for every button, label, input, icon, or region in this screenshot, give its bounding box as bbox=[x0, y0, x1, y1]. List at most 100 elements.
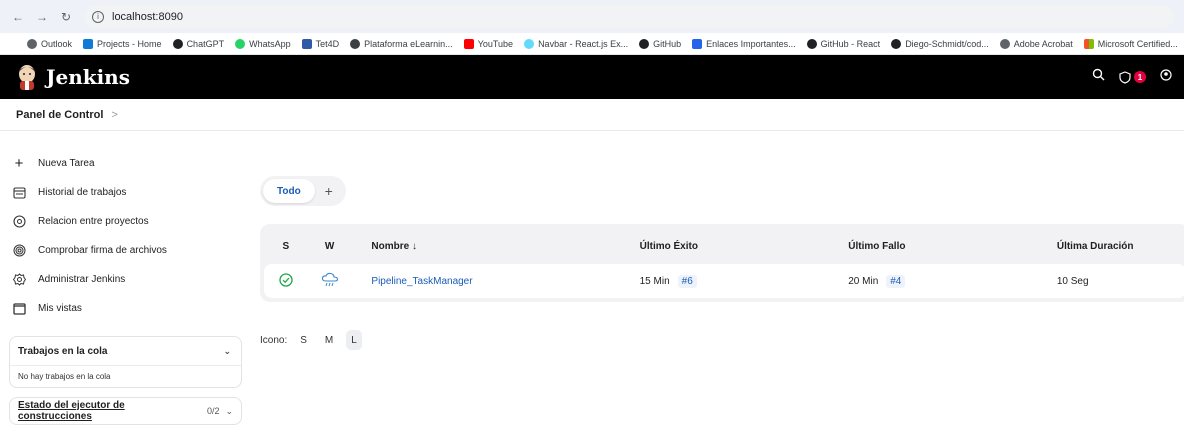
icon-size-l[interactable]: L bbox=[346, 330, 362, 350]
col-weather[interactable]: W bbox=[308, 241, 352, 252]
breadcrumb-dashboard[interactable]: Panel de Control bbox=[16, 109, 103, 121]
window-icon bbox=[12, 302, 26, 316]
security-alerts[interactable]: 1 bbox=[1119, 70, 1146, 84]
history-icon bbox=[12, 186, 26, 200]
bookmark-projects-home[interactable]: Projects - Home bbox=[83, 38, 162, 49]
icon-size-label: Icono: bbox=[260, 334, 288, 346]
last-failure-time: 20 Min bbox=[848, 275, 879, 287]
job-link[interactable]: Pipeline_TaskManager bbox=[351, 276, 639, 287]
table-header: S W Nombre ↓ Último Éxito Último Fallo Ú… bbox=[264, 228, 1184, 264]
task-project-relationship[interactable]: Relacion entre proyectos bbox=[9, 207, 242, 236]
user-avatar-icon[interactable] bbox=[1160, 68, 1172, 86]
build-queue-header[interactable]: Trabajos en la cola ⌄ bbox=[10, 337, 241, 365]
bookmark-adobe-acrobat[interactable]: Adobe Acrobat bbox=[999, 38, 1073, 49]
last-failure-build-link[interactable]: #4 bbox=[886, 274, 906, 288]
tab-all[interactable]: Todo bbox=[263, 179, 315, 203]
chevron-down-icon[interactable]: ⌄ bbox=[223, 346, 231, 357]
bookmark-favicon-icon bbox=[235, 38, 246, 49]
col-name[interactable]: Nombre ↓ bbox=[351, 241, 639, 252]
task-my-views[interactable]: Mis vistas bbox=[9, 294, 242, 323]
task-label: Administrar Jenkins bbox=[38, 274, 126, 285]
bookmark-favicon-icon bbox=[692, 38, 703, 49]
bookmarks-bar: Outlook Projects - Home ChatGPT WhatsApp… bbox=[0, 33, 1184, 55]
bookmark-enlaces[interactable]: Enlaces Importantes... bbox=[692, 38, 796, 49]
brand-title[interactable]: Jenkins bbox=[46, 65, 130, 89]
relationship-icon bbox=[12, 215, 26, 229]
bookmark-favicon-icon bbox=[891, 38, 902, 49]
weather-rain-icon bbox=[308, 272, 352, 291]
status-success-icon bbox=[264, 272, 308, 290]
bookmark-favicon-icon bbox=[27, 38, 37, 49]
bookmark-navbar-react[interactable]: Navbar - React.js Ex... bbox=[524, 38, 628, 49]
bookmark-whatsapp[interactable]: WhatsApp bbox=[235, 38, 291, 49]
back-icon[interactable]: ← bbox=[10, 10, 26, 24]
url-text: localhost:8090 bbox=[112, 10, 183, 23]
last-failure-cell: 20 Min #4 bbox=[848, 274, 1057, 288]
header-actions: 1 bbox=[1092, 68, 1172, 86]
last-success-build-link[interactable]: #6 bbox=[677, 274, 697, 288]
bookmark-favicon-icon bbox=[83, 38, 94, 49]
bookmark-favicon-icon bbox=[463, 38, 474, 49]
col-last-success[interactable]: Último Éxito bbox=[640, 241, 849, 252]
bookmark-microsoft-certified[interactable]: Microsoft Certified... bbox=[1083, 38, 1178, 49]
forward-icon[interactable]: → bbox=[34, 10, 50, 24]
chevron-down-icon[interactable]: ⌄ bbox=[225, 406, 233, 417]
address-bar[interactable]: i localhost:8090 bbox=[84, 5, 1174, 28]
bookmark-outlook[interactable]: Outlook bbox=[27, 38, 72, 49]
bookmark-plataforma[interactable]: Plataforma eLearnin... bbox=[350, 38, 453, 49]
executor-status-panel: Estado del ejecutor de construcciones 0/… bbox=[9, 397, 242, 425]
bookmark-youtube[interactable]: YouTube bbox=[463, 38, 513, 49]
build-queue-panel: Trabajos en la cola ⌄ No hay trabajos en… bbox=[9, 336, 242, 388]
jenkins-header: Jenkins 1 bbox=[0, 55, 1184, 99]
last-duration-cell: 10 Seg bbox=[1056, 275, 1089, 287]
search-icon[interactable] bbox=[1092, 68, 1105, 86]
last-success-time: 15 Min bbox=[639, 275, 670, 287]
task-build-history[interactable]: Historial de trabajos bbox=[9, 178, 242, 207]
icon-size-m[interactable]: M bbox=[320, 330, 338, 350]
executor-count: 0/2 bbox=[206, 406, 220, 416]
shield-icon bbox=[1119, 70, 1131, 84]
site-info-icon[interactable]: i bbox=[92, 10, 104, 23]
col-last-duration[interactable]: Última Duración bbox=[1057, 241, 1184, 252]
bookmark-diego-schmidt[interactable]: Diego-Schmidt/cod... bbox=[891, 38, 989, 49]
apps-grid-icon[interactable] bbox=[10, 39, 11, 49]
add-view-button[interactable]: + bbox=[315, 183, 343, 199]
gear-icon bbox=[12, 273, 26, 287]
last-success-cell: 15 Min #6 bbox=[639, 274, 849, 288]
task-label: Historial de trabajos bbox=[38, 187, 127, 198]
icon-size-s[interactable]: S bbox=[295, 330, 312, 350]
task-label: Mis vistas bbox=[38, 303, 82, 314]
reload-icon[interactable]: ↻ bbox=[58, 10, 74, 24]
col-status[interactable]: S bbox=[264, 241, 308, 252]
task-label: Relacion entre proyectos bbox=[38, 216, 149, 227]
bookmark-tet4d[interactable]: Tet4D bbox=[301, 38, 339, 49]
task-manage-jenkins[interactable]: Administrar Jenkins bbox=[9, 265, 242, 294]
jenkins-logo-icon[interactable] bbox=[16, 64, 38, 90]
col-last-failure[interactable]: Último Fallo bbox=[848, 241, 1057, 252]
executor-status-title[interactable]: Estado del ejecutor de construcciones bbox=[18, 400, 199, 422]
task-label: Comprobar firma de archivos bbox=[38, 245, 167, 256]
view-tabs: Todo + bbox=[260, 176, 346, 206]
bookmark-favicon-icon bbox=[806, 38, 817, 49]
icon-size-selector: Icono: S M L bbox=[260, 330, 1184, 350]
bookmark-favicon-icon bbox=[1083, 38, 1094, 49]
task-fingerprint-check[interactable]: Comprobar firma de archivos bbox=[9, 236, 242, 265]
build-queue-title: Trabajos en la cola bbox=[18, 345, 108, 357]
fingerprint-icon bbox=[12, 244, 26, 258]
bookmark-favicon-icon bbox=[999, 38, 1010, 49]
bookmark-github[interactable]: GitHub bbox=[639, 38, 681, 49]
bookmark-chatgpt[interactable]: ChatGPT bbox=[172, 38, 224, 49]
browser-toolbar: ← → ↻ i localhost:8090 bbox=[0, 0, 1184, 33]
bookmark-favicon-icon bbox=[639, 38, 650, 49]
bookmark-favicon-icon bbox=[350, 38, 361, 49]
breadcrumb: Panel de Control > bbox=[0, 99, 1184, 131]
bookmark-github-react[interactable]: GitHub - React bbox=[806, 38, 880, 49]
breadcrumb-chevron-icon[interactable]: > bbox=[111, 109, 117, 121]
task-label: Nueva Tarea bbox=[38, 158, 95, 169]
plus-icon: + bbox=[14, 155, 24, 172]
bookmark-favicon-icon bbox=[172, 38, 183, 49]
notification-badge: 1 bbox=[1134, 71, 1146, 83]
task-new-item[interactable]: + Nueva Tarea bbox=[9, 149, 242, 178]
sidebar: + Nueva Tarea Historial de trabajos Rela… bbox=[0, 131, 242, 425]
build-queue-empty: No hay trabajos en la cola bbox=[10, 365, 241, 387]
